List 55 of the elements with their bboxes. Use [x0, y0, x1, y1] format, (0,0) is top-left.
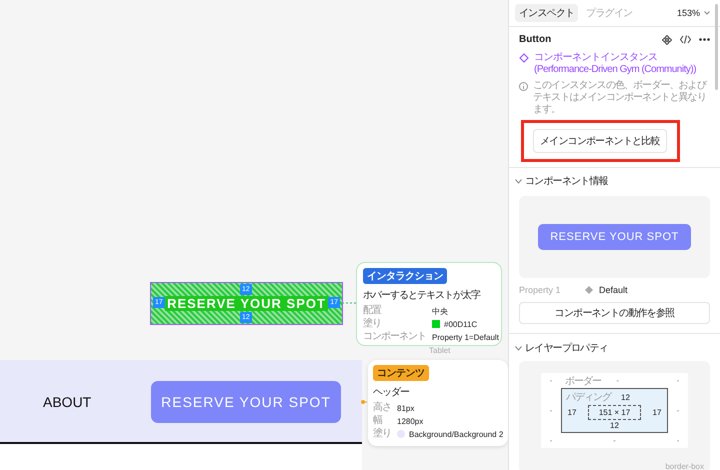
diamond-icon	[519, 53, 529, 63]
property-label: 塗り	[373, 428, 391, 440]
property-label: 幅	[373, 415, 384, 427]
box-sizing-label: border-box	[665, 462, 704, 470]
content-size: 151 × 17	[588, 405, 642, 420]
card-title: ホバーするとテキストが太字	[363, 288, 482, 302]
tag-label: コンテンツ	[373, 365, 428, 381]
property-value: Background/Background 2	[409, 430, 504, 438]
instance-link[interactable]: コンポーネントインスタンス (Performance-Driven Gym (Community))	[534, 52, 710, 76]
view-behavior-button[interactable]: コンポーネントの動作を参照	[519, 302, 710, 324]
border-label: ボーダー	[564, 374, 601, 388]
property-label: コンポーネント	[363, 331, 426, 343]
card-title: ヘッダー	[373, 386, 410, 399]
component-icon	[662, 34, 672, 44]
panel-tab[interactable]: インスペクト	[515, 4, 578, 22]
frame-label: Tablet	[429, 346, 450, 355]
code-icon	[680, 35, 691, 44]
component-title: Button	[519, 34, 552, 45]
section-heading[interactable]: レイヤープロパティ	[525, 341, 608, 355]
border-value: -	[613, 436, 616, 445]
property-value: Property 1=Default	[432, 332, 499, 342]
border-value: -	[616, 376, 620, 385]
diamond-icon	[585, 286, 593, 294]
padding-value: 17	[568, 408, 576, 417]
info-icon	[519, 82, 528, 91]
padding-label: パディング	[565, 391, 611, 404]
border-value: -	[550, 406, 552, 415]
section-heading[interactable]: コンポーネント情報	[525, 174, 608, 188]
nav-link[interactable]: ABOUT	[43, 394, 92, 410]
property-value: 中央	[432, 306, 448, 316]
border-value: -	[676, 376, 680, 385]
notice-text: このインスタンスの色、ボーダー、およびテキストはメインコンポーネントと異なります。	[533, 80, 708, 116]
border-value: -	[550, 376, 552, 385]
property-value: 81px	[397, 404, 414, 412]
property-label: Property 1	[519, 285, 562, 295]
padding-value: 17	[652, 408, 662, 417]
compare-button[interactable]: メインコンポーネントと比較	[533, 129, 667, 153]
property-label: 配置	[363, 305, 382, 317]
tag-label: インタラクション	[363, 268, 447, 284]
property-value: Default	[599, 285, 628, 295]
more-icon	[699, 38, 710, 41]
padding-value: 12	[610, 421, 619, 430]
chevron-down-icon	[704, 11, 710, 15]
property-label: 塗り	[363, 318, 382, 330]
button-label: RESERVE YOUR SPOT	[165, 296, 328, 311]
zoom-level[interactable]: 153%	[676, 8, 700, 18]
property-value: #00D11C	[444, 320, 478, 328]
property-label: 高さ	[373, 402, 391, 414]
connector-dot	[361, 400, 367, 404]
connector-line	[342, 302, 356, 304]
border-value: -	[550, 436, 552, 445]
padding-value: 12	[621, 392, 630, 402]
border-value: -	[676, 436, 680, 445]
border-value: -	[676, 406, 680, 415]
property-value: 1280px	[397, 416, 424, 426]
